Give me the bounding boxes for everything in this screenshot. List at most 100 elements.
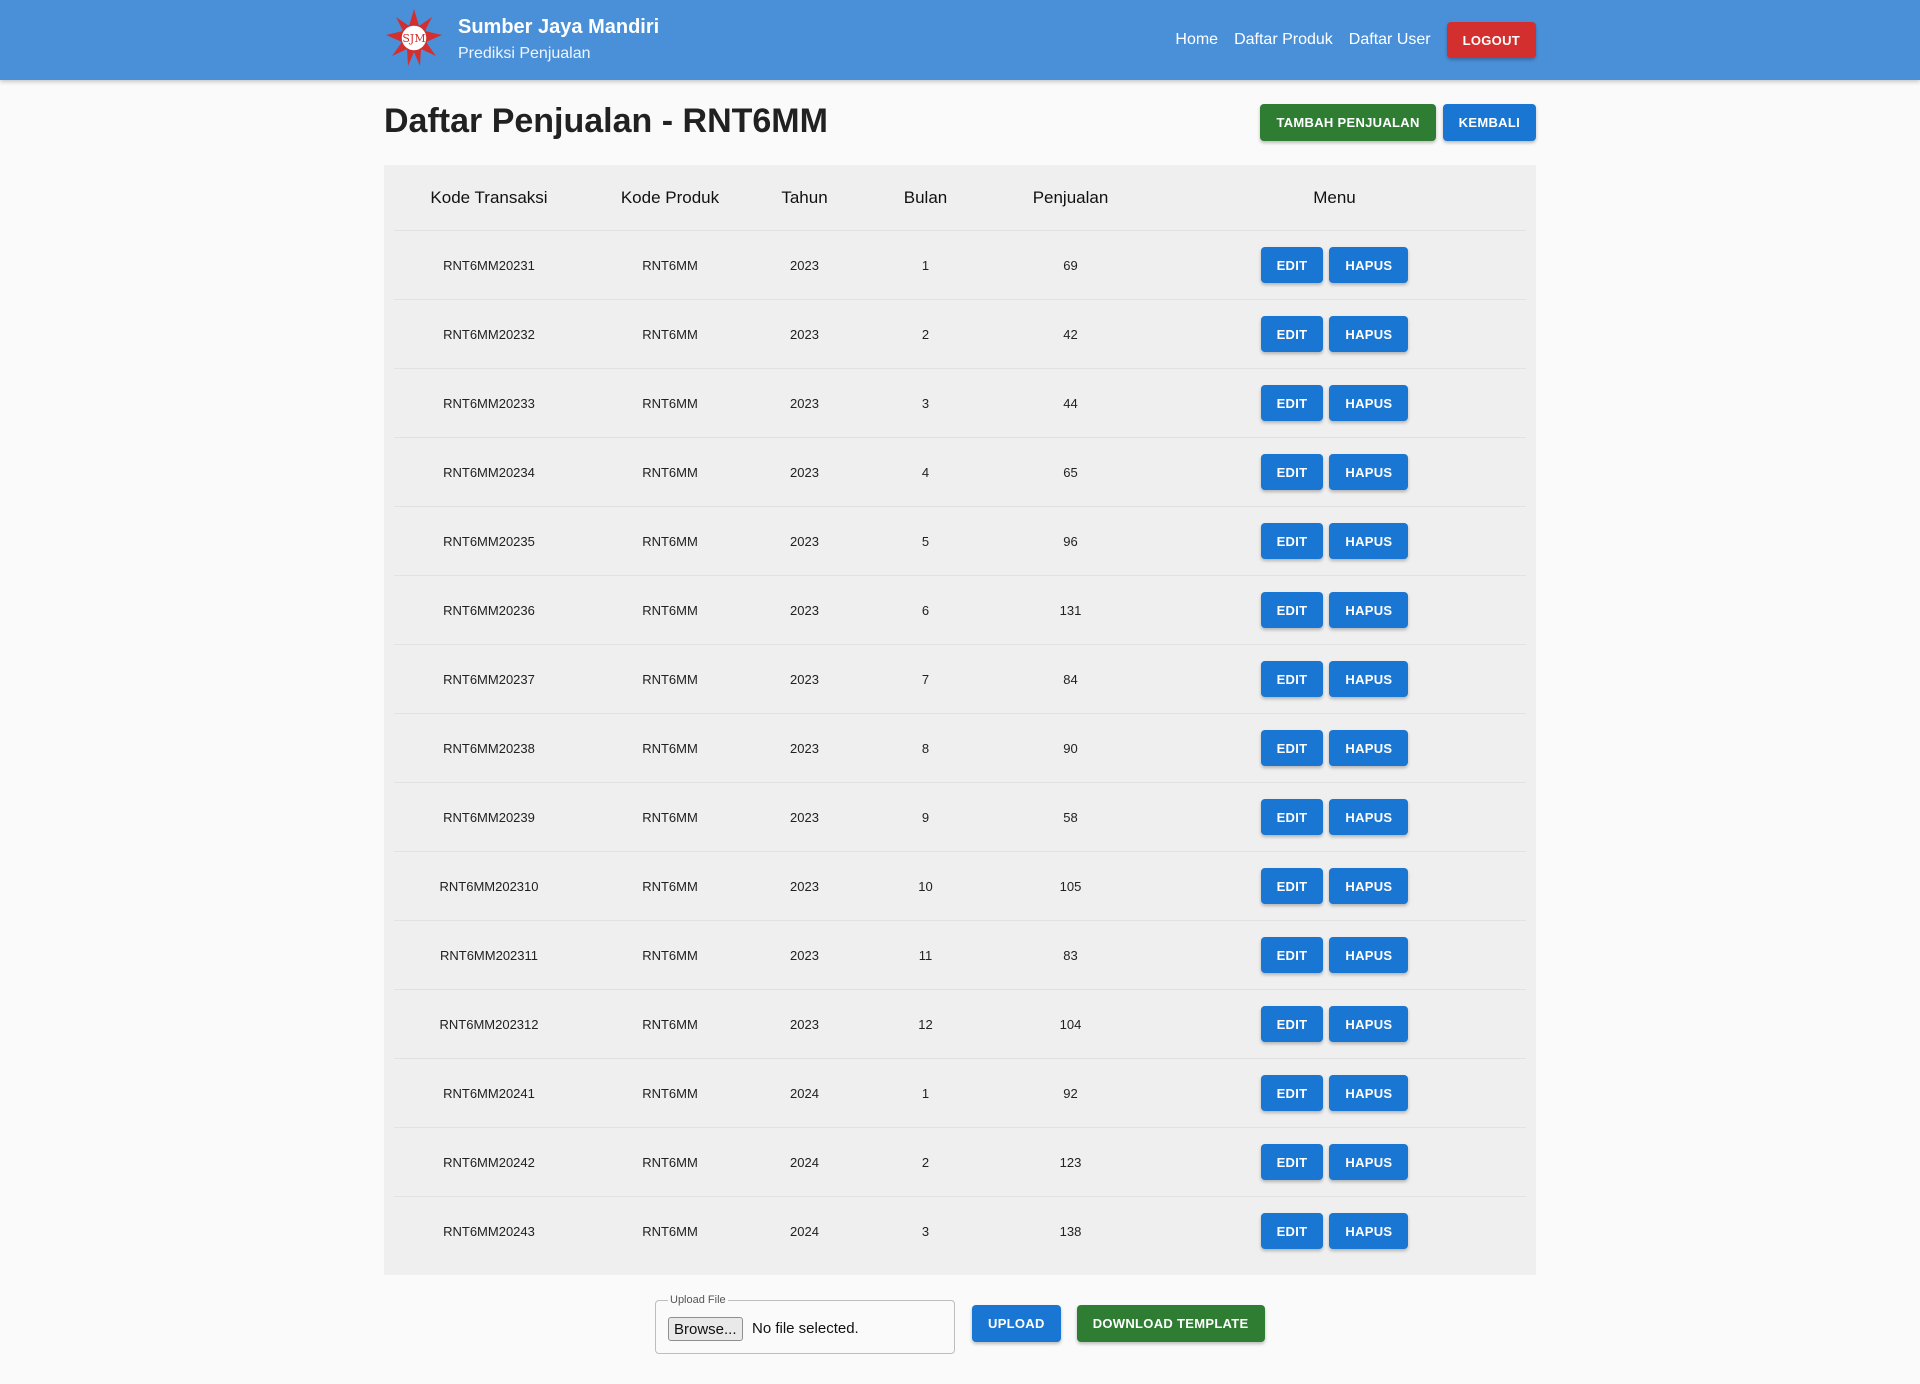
table-row: RNT6MM20237 RNT6MM 2023 7 84 EDIT HAPUS [394, 644, 1526, 714]
delete-button[interactable]: HAPUS [1329, 799, 1409, 835]
edit-button[interactable]: EDIT [1260, 937, 1324, 973]
cell-kode-transaksi: RNT6MM20232 [394, 299, 584, 369]
edit-button[interactable]: EDIT [1260, 1075, 1324, 1111]
logout-button[interactable]: LOGOUT [1446, 22, 1536, 58]
navbar: SJM Sumber Jaya Mandiri Prediksi Penjual… [0, 0, 1920, 80]
nav-daftar-user-link[interactable]: Daftar User [1349, 31, 1431, 49]
cell-bulan: 12 [853, 989, 998, 1059]
browse-button[interactable]: Browse... [668, 1317, 743, 1341]
table-row: RNT6MM20242 RNT6MM 2024 2 123 EDIT HAPUS [394, 1127, 1526, 1197]
cell-penjualan: 44 [998, 368, 1143, 438]
cell-kode-produk: RNT6MM [584, 713, 756, 783]
cell-kode-produk: RNT6MM [584, 1196, 756, 1265]
table-row: RNT6MM20231 RNT6MM 2023 1 69 EDIT HAPUS [394, 230, 1526, 300]
cell-kode-transaksi: RNT6MM202311 [394, 920, 584, 990]
cell-bulan: 3 [853, 368, 998, 438]
cell-kode-transaksi: RNT6MM20237 [394, 644, 584, 714]
edit-button[interactable]: EDIT [1260, 1144, 1324, 1180]
delete-button[interactable]: HAPUS [1329, 247, 1409, 283]
delete-button[interactable]: HAPUS [1329, 1144, 1409, 1180]
delete-button[interactable]: HAPUS [1329, 385, 1409, 421]
delete-button[interactable]: HAPUS [1329, 1075, 1409, 1111]
cell-kode-produk: RNT6MM [584, 368, 756, 438]
edit-button[interactable]: EDIT [1260, 316, 1324, 352]
cell-kode-transaksi: RNT6MM20236 [394, 575, 584, 645]
table-row: RNT6MM202310 RNT6MM 2023 10 105 EDIT HAPUS [394, 851, 1526, 921]
cell-bulan: 9 [853, 782, 998, 852]
download-template-button[interactable]: DOWNLOAD TEMPLATE [1076, 1305, 1265, 1342]
cell-tahun: 2023 [756, 989, 853, 1059]
cell-penjualan: 92 [998, 1058, 1143, 1128]
edit-button[interactable]: EDIT [1260, 385, 1324, 421]
cell-kode-transaksi: RNT6MM20234 [394, 437, 584, 507]
cell-kode-produk: RNT6MM [584, 575, 756, 645]
table-row: RNT6MM202312 RNT6MM 2023 12 104 EDIT HAPUS [394, 989, 1526, 1059]
edit-button[interactable]: EDIT [1260, 523, 1324, 559]
cell-menu: EDIT HAPUS [1143, 851, 1526, 921]
header-kode-transaksi: Kode Transaksi [394, 165, 584, 231]
delete-button[interactable]: HAPUS [1329, 730, 1409, 766]
delete-button[interactable]: HAPUS [1329, 1006, 1409, 1042]
edit-button[interactable]: EDIT [1260, 592, 1324, 628]
cell-bulan: 2 [853, 299, 998, 369]
upload-file-label: Upload File [668, 1294, 728, 1306]
cell-penjualan: 104 [998, 989, 1143, 1059]
edit-button[interactable]: EDIT [1260, 799, 1324, 835]
delete-button[interactable]: HAPUS [1329, 661, 1409, 697]
delete-button[interactable]: HAPUS [1329, 1213, 1409, 1249]
nav-daftar-produk-link[interactable]: Daftar Produk [1234, 31, 1333, 49]
cell-menu: EDIT HAPUS [1143, 713, 1526, 783]
cell-kode-produk: RNT6MM [584, 437, 756, 507]
edit-button[interactable]: EDIT [1260, 454, 1324, 490]
cell-menu: EDIT HAPUS [1143, 368, 1526, 438]
cell-tahun: 2024 [756, 1196, 853, 1265]
brand-name: Sumber Jaya Mandiri [458, 15, 660, 38]
table-row: RNT6MM20239 RNT6MM 2023 9 58 EDIT HAPUS [394, 782, 1526, 852]
cell-tahun: 2023 [756, 437, 853, 507]
page-header: Daftar Penjualan - RNT6MM TAMBAH PENJUAL… [384, 80, 1536, 165]
edit-button[interactable]: EDIT [1260, 1213, 1324, 1249]
edit-button[interactable]: EDIT [1260, 868, 1324, 904]
delete-button[interactable]: HAPUS [1329, 316, 1409, 352]
cell-menu: EDIT HAPUS [1143, 644, 1526, 714]
delete-button[interactable]: HAPUS [1329, 937, 1409, 973]
table-row: RNT6MM20232 RNT6MM 2023 2 42 EDIT HAPUS [394, 299, 1526, 369]
edit-button[interactable]: EDIT [1260, 1006, 1324, 1042]
brand[interactable]: SJM Sumber Jaya Mandiri Prediksi Penjual… [384, 8, 659, 72]
cell-menu: EDIT HAPUS [1143, 1127, 1526, 1197]
header-menu: Menu [1143, 165, 1526, 231]
cell-penjualan: 42 [998, 299, 1143, 369]
edit-button[interactable]: EDIT [1260, 247, 1324, 283]
table-row: RNT6MM20238 RNT6MM 2023 8 90 EDIT HAPUS [394, 713, 1526, 783]
table-row: RNT6MM202311 RNT6MM 2023 11 83 EDIT HAPUS [394, 920, 1526, 990]
cell-penjualan: 138 [998, 1196, 1143, 1265]
upload-button[interactable]: UPLOAD [972, 1305, 1061, 1342]
cell-penjualan: 83 [998, 920, 1143, 990]
cell-bulan: 11 [853, 920, 998, 990]
cell-bulan: 7 [853, 644, 998, 714]
delete-button[interactable]: HAPUS [1329, 523, 1409, 559]
add-sale-button[interactable]: TAMBAH PENJUALAN [1260, 104, 1436, 141]
cell-bulan: 1 [853, 230, 998, 300]
cell-kode-produk: RNT6MM [584, 644, 756, 714]
upload-file-field: Upload File Browse... No file selected. [655, 1294, 955, 1354]
cell-menu: EDIT HAPUS [1143, 989, 1526, 1059]
cell-kode-produk: RNT6MM [584, 920, 756, 990]
delete-button[interactable]: HAPUS [1329, 592, 1409, 628]
edit-button[interactable]: EDIT [1260, 661, 1324, 697]
edit-button[interactable]: EDIT [1260, 730, 1324, 766]
cell-kode-transaksi: RNT6MM202312 [394, 989, 584, 1059]
cell-menu: EDIT HAPUS [1143, 782, 1526, 852]
cell-kode-transaksi: RNT6MM20242 [394, 1127, 584, 1197]
nav-home-link[interactable]: Home [1175, 31, 1218, 49]
cell-kode-produk: RNT6MM [584, 1127, 756, 1197]
back-button[interactable]: KEMBALI [1442, 104, 1536, 141]
delete-button[interactable]: HAPUS [1329, 454, 1409, 490]
cell-kode-produk: RNT6MM [584, 506, 756, 576]
table-body: RNT6MM20231 RNT6MM 2023 1 69 EDIT HAPUS RNT6MM2… [394, 230, 1526, 1265]
cell-bulan: 8 [853, 713, 998, 783]
cell-kode-produk: RNT6MM [584, 1058, 756, 1128]
table-row: RNT6MM20233 RNT6MM 2023 3 44 EDIT HAPUS [394, 368, 1526, 438]
delete-button[interactable]: HAPUS [1329, 868, 1409, 904]
cell-penjualan: 58 [998, 782, 1143, 852]
